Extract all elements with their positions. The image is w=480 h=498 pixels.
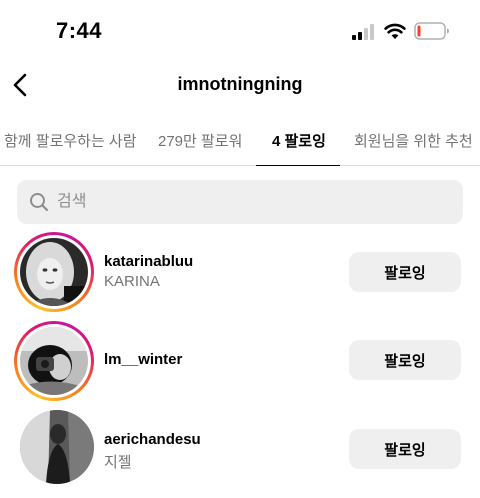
following-row[interactable]: katarinabluu KARINA 팔로잉 (0, 232, 480, 316)
wifi-icon (384, 23, 406, 39)
full-name: 지젤 (104, 454, 132, 471)
avatar[interactable] (20, 410, 94, 484)
story-ring[interactable] (14, 232, 94, 312)
cellular-signal-icon (352, 24, 374, 40)
active-tab-indicator (256, 164, 340, 166)
tab-suggested[interactable]: 회원님을 위한 추천 (354, 130, 473, 151)
search-icon (30, 193, 49, 212)
tab-bar: 함께 팔로우하는 사람 279만 팔로워 4 팔로잉 회원님을 위한 추천 (0, 118, 480, 166)
full-name: KARINA (104, 273, 160, 290)
following-row[interactable]: aerichandesu 지젤 팔로잉 (0, 405, 480, 489)
tab-followers[interactable]: 279만 팔로워 (158, 130, 242, 151)
battery-low-icon (414, 22, 449, 40)
avatar (20, 327, 88, 395)
following-button[interactable]: 팔로잉 (349, 252, 461, 292)
tab-following[interactable]: 4 팔로잉 (272, 130, 326, 151)
status-bar: 7:44 (0, 0, 480, 60)
following-button[interactable]: 팔로잉 (349, 429, 461, 469)
search-input[interactable] (57, 180, 447, 224)
search-bar[interactable] (17, 180, 463, 224)
status-time: 7:44 (56, 18, 103, 43)
username[interactable]: lm__winter (104, 351, 182, 368)
tab-mutual-followers[interactable]: 함께 팔로우하는 사람 (4, 130, 137, 151)
page-title: imnotningning (177, 74, 303, 94)
following-row[interactable]: lm__winter 팔로잉 (0, 321, 480, 405)
story-ring[interactable] (14, 321, 94, 401)
following-button[interactable]: 팔로잉 (349, 340, 461, 380)
username[interactable]: katarinabluu (104, 253, 193, 270)
avatar (20, 238, 88, 306)
username[interactable]: aerichandesu (104, 431, 201, 448)
